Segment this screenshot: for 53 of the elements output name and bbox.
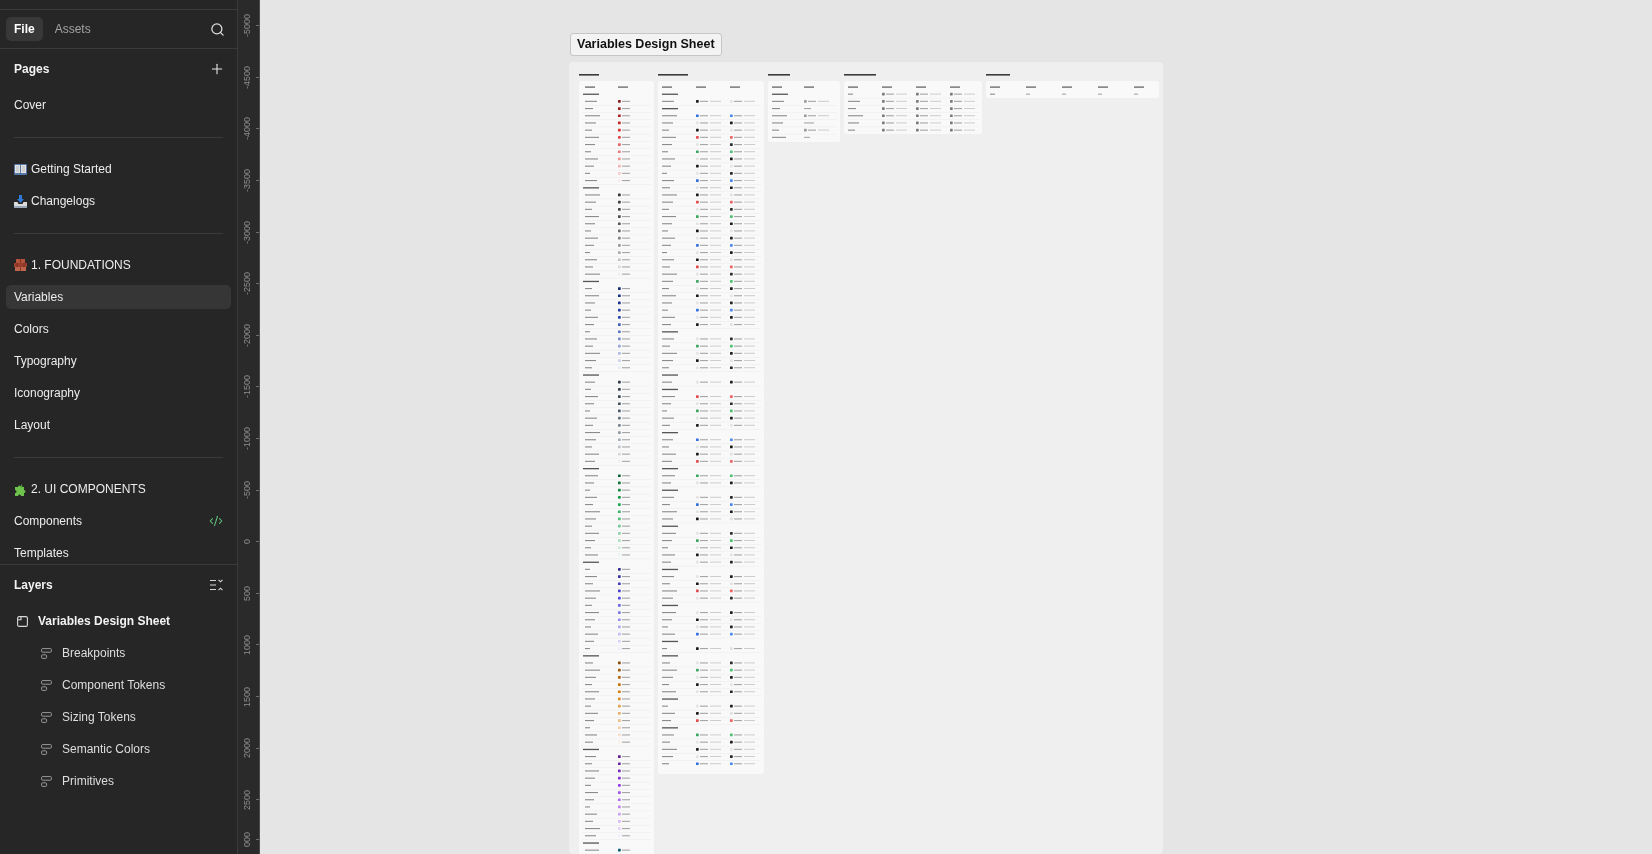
ruler-label: 2500 [242,789,252,810]
page-item[interactable]: Changelogs [6,189,104,213]
panel-tab[interactable]: Assets [46,17,99,41]
layer-item[interactable]: Component Tokens [6,673,172,697]
page-item[interactable]: Cover [6,93,54,117]
layer-item[interactable]: Semantic Colors [6,737,157,761]
page-item[interactable]: Typography [6,349,85,373]
page-item[interactable]: Colors [6,317,57,341]
ruler-label: 1000 [242,634,252,655]
pages-heading: Pages [14,61,50,78]
page-item[interactable]: Components [6,509,231,533]
ruler-label: -3000 [242,220,252,244]
ruler-label: -2000 [242,323,252,347]
ruler-label: -4500 [242,65,252,89]
open-book-icon [14,163,27,175]
ruler-label: -1000 [242,427,252,451]
inbox-tray-icon [14,194,27,208]
panel-tab[interactable]: File [6,17,43,41]
ruler-label: -1500 [242,375,252,399]
plus-icon [209,61,225,77]
layer-item[interactable]: Primitives [6,769,120,793]
stacked-rows-icon [41,679,52,691]
layer-item[interactable]: Sizing Tokens [6,705,142,729]
search-icon [209,21,225,37]
stacked-rows-icon [41,743,52,755]
page-item[interactable]: Getting Started [6,157,120,181]
ruler-label: -3500 [242,169,252,193]
ruler-label: 000 [242,832,252,848]
ruler-label: 1500 [242,686,252,707]
layer-item[interactable]: Breakpoints [6,641,132,665]
stacked-rows-icon [41,711,52,723]
ruler-label: -500 [242,481,252,500]
stacked-rows-icon [41,775,52,787]
page-item[interactable]: Templates [6,541,77,564]
frame-title: Variables Design Sheet [570,33,722,56]
page-item[interactable]: 2. UI COMPONENTS [6,477,154,501]
bricks-icon [14,259,27,271]
ruler-label: 500 [242,585,252,601]
ruler-label: 0 [242,539,252,545]
layer-item[interactable]: Variables Design Sheet [6,609,177,633]
page-item[interactable]: 1. FOUNDATIONS [6,253,139,277]
page-item[interactable]: Iconography [6,381,89,405]
ruler-label: -4000 [242,117,252,141]
puzzle-piece-icon [14,482,27,496]
stacked-rows-icon [41,647,52,659]
collapse-list-icon [210,579,224,591]
page-item[interactable]: Layout [6,413,59,437]
ruler-label: -2500 [242,272,252,296]
ruler-label: 2000 [242,738,252,759]
layers-heading: Layers [14,577,53,594]
ruler-label: -5000 [242,14,252,38]
page-item[interactable]: Variables [6,285,231,309]
frame-icon [17,615,28,627]
